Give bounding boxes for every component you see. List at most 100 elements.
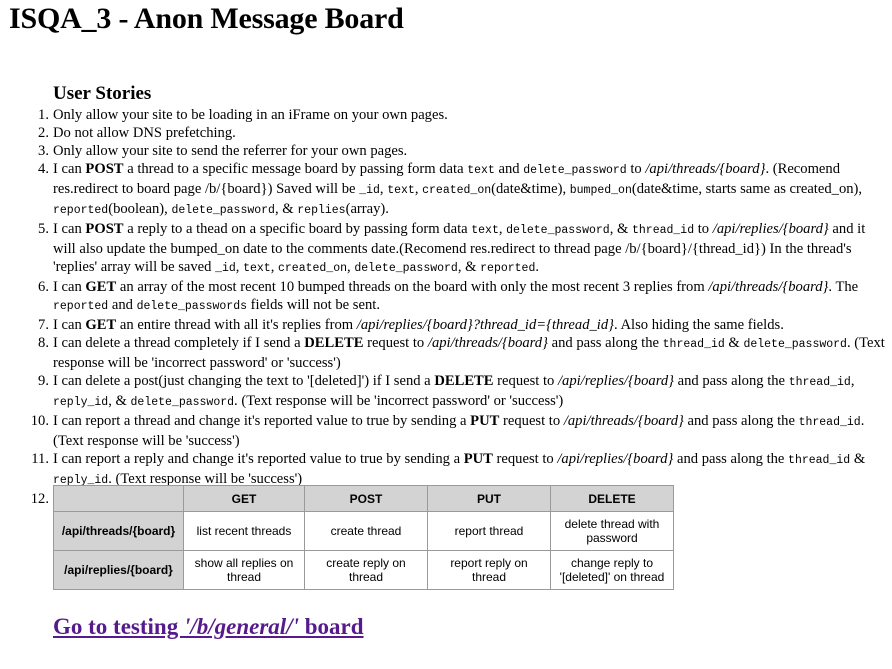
code-token: reported [53, 204, 109, 217]
api-path: /api/threads/{board} [563, 413, 684, 429]
list-item: 8. I can delete a thread completely if I … [38, 334, 889, 372]
link-suffix: board [298, 614, 364, 639]
story-text: (boolean), [108, 201, 172, 217]
story-text: I can delete a thread completely if I se… [53, 335, 305, 351]
list-item-number: 4. [38, 161, 49, 177]
story-text: , & [108, 393, 131, 409]
list-item: 5. I can POST a reply to a thead on a spe… [38, 220, 889, 278]
code-token: delete_password [743, 338, 847, 351]
story-text: Only allow your site to be loading in an… [53, 107, 448, 123]
story-text: I can report a thread and change it's re… [53, 413, 471, 429]
story-text: I can [53, 221, 86, 237]
go-to-testing-board-link[interactable]: Go to testing '/b/general/' board [53, 614, 364, 640]
code-token: delete_password [354, 262, 458, 275]
http-method: DELETE [434, 373, 494, 389]
list-item-number: 7. [38, 317, 49, 333]
code-token: reply_id [53, 396, 109, 409]
code-token: created_on [278, 262, 348, 275]
api-path: /api/threads/{board} [427, 335, 548, 351]
table-header-get: GET [183, 485, 305, 512]
story-text: . (Text response will be 'incorrect pass… [234, 393, 564, 409]
story-text: and [494, 161, 524, 177]
code-token: text [467, 164, 495, 177]
story-text: (date&time, starts same as created_on), [631, 181, 863, 197]
table-cell: report thread [427, 511, 551, 551]
list-item-number: 12. [30, 491, 49, 507]
list-item: 7. I can GET an entire thread with all it… [38, 316, 889, 334]
api-path: /api/threads/{board} [645, 161, 766, 177]
code-token: created_on [422, 184, 492, 197]
api-path: /api/replies/{board} [557, 451, 674, 467]
story-text: I can report a reply and change it's rep… [53, 451, 464, 467]
story-text: to [694, 221, 713, 237]
story-text: and pass along the [673, 373, 789, 389]
story-text: & [724, 335, 744, 351]
list-item: 2. Do not allow DNS prefetching. [38, 124, 889, 142]
list-item-number: 11. [31, 451, 49, 467]
story-text: Do not allow DNS prefetching. [53, 125, 236, 141]
code-token: text [387, 184, 415, 197]
code-token: _id [215, 262, 236, 275]
list-item: 6. I can GET an array of the most recent … [38, 278, 889, 316]
story-text: a reply to a thead on a specific board b… [123, 221, 472, 237]
code-token: bumped_on [569, 184, 632, 197]
code-token: delete_password [523, 164, 627, 177]
table-cell: create reply on thread [304, 550, 428, 590]
story-text: , [850, 373, 855, 389]
api-path: /api/threads/{board} [708, 279, 829, 295]
code-token: thread_id [788, 454, 851, 467]
story-text: . The [828, 279, 859, 295]
story-text: and pass along the [683, 413, 799, 429]
code-token: delete_password [506, 224, 610, 237]
list-item-number: 6. [38, 279, 49, 295]
story-text: to [626, 161, 646, 177]
api-path: /api/replies/{board}?thread_id={thread_i… [356, 317, 614, 333]
table-cell: show all replies on thread [183, 550, 305, 590]
story-text: (array). [345, 201, 389, 217]
link-path: '/b/general/' [183, 614, 299, 639]
list-item-number: 2. [38, 125, 49, 141]
api-path: /api/replies/{board} [712, 221, 829, 237]
story-text: . [535, 259, 540, 275]
http-method: GET [85, 317, 117, 333]
http-method: GET [85, 279, 117, 295]
table-header-delete: DELETE [550, 485, 674, 512]
list-item: 10. I can report a thread and change it's… [31, 412, 889, 450]
api-routes-table: GET POST PUT DELETE /api/threads/{board}… [53, 485, 674, 590]
table-row: /api/threads/{board} list recent threads… [53, 511, 674, 551]
story-text: I can [53, 317, 86, 333]
story-text: (date&time), [491, 181, 570, 197]
code-token: reported [480, 262, 536, 275]
story-text: request to [492, 451, 558, 467]
list-item-number: 5. [38, 221, 49, 237]
list-item: 11. I can report a reply and change it's … [31, 450, 889, 490]
table-header-put: PUT [427, 485, 551, 512]
story-text: I can [53, 161, 86, 177]
list-item: 3. Only allow your site to send the refer… [38, 142, 889, 160]
code-token: delete_passwords [136, 300, 248, 313]
table-header-empty [53, 485, 184, 512]
story-text: a thread to a specific message board by … [123, 161, 468, 177]
story-text: request to [363, 335, 428, 351]
story-text: I can delete a post(just changing the te… [53, 373, 435, 389]
list-item-number: 9. [38, 373, 49, 389]
story-text: fields will not be sent. [247, 297, 380, 313]
table-cell: delete thread with password [550, 511, 674, 551]
code-token: thread_id [798, 416, 861, 429]
http-method: POST [85, 161, 124, 177]
story-text: , [414, 181, 423, 197]
list-item: 9. I can delete a post(just changing the … [38, 372, 889, 412]
list-item: 4. I can POST a thread to a specific mess… [38, 160, 889, 220]
list-item: 1. Only allow your site to be loading in … [38, 106, 889, 124]
table-header-row: GET POST PUT DELETE [53, 485, 674, 512]
table-row: /api/replies/{board} show all replies on… [53, 550, 674, 590]
story-text: , [270, 259, 278, 275]
api-path: /api/replies/{board} [557, 373, 674, 389]
code-token: thread_id [631, 224, 695, 237]
story-text: an entire thread with all it's replies f… [116, 317, 357, 333]
route-threads: /api/threads/{board} [53, 511, 184, 551]
story-text: request to [499, 413, 564, 429]
code-token: _id [359, 184, 380, 197]
list-item-number: 8. [38, 335, 49, 351]
list-item-number: 3. [38, 143, 49, 159]
